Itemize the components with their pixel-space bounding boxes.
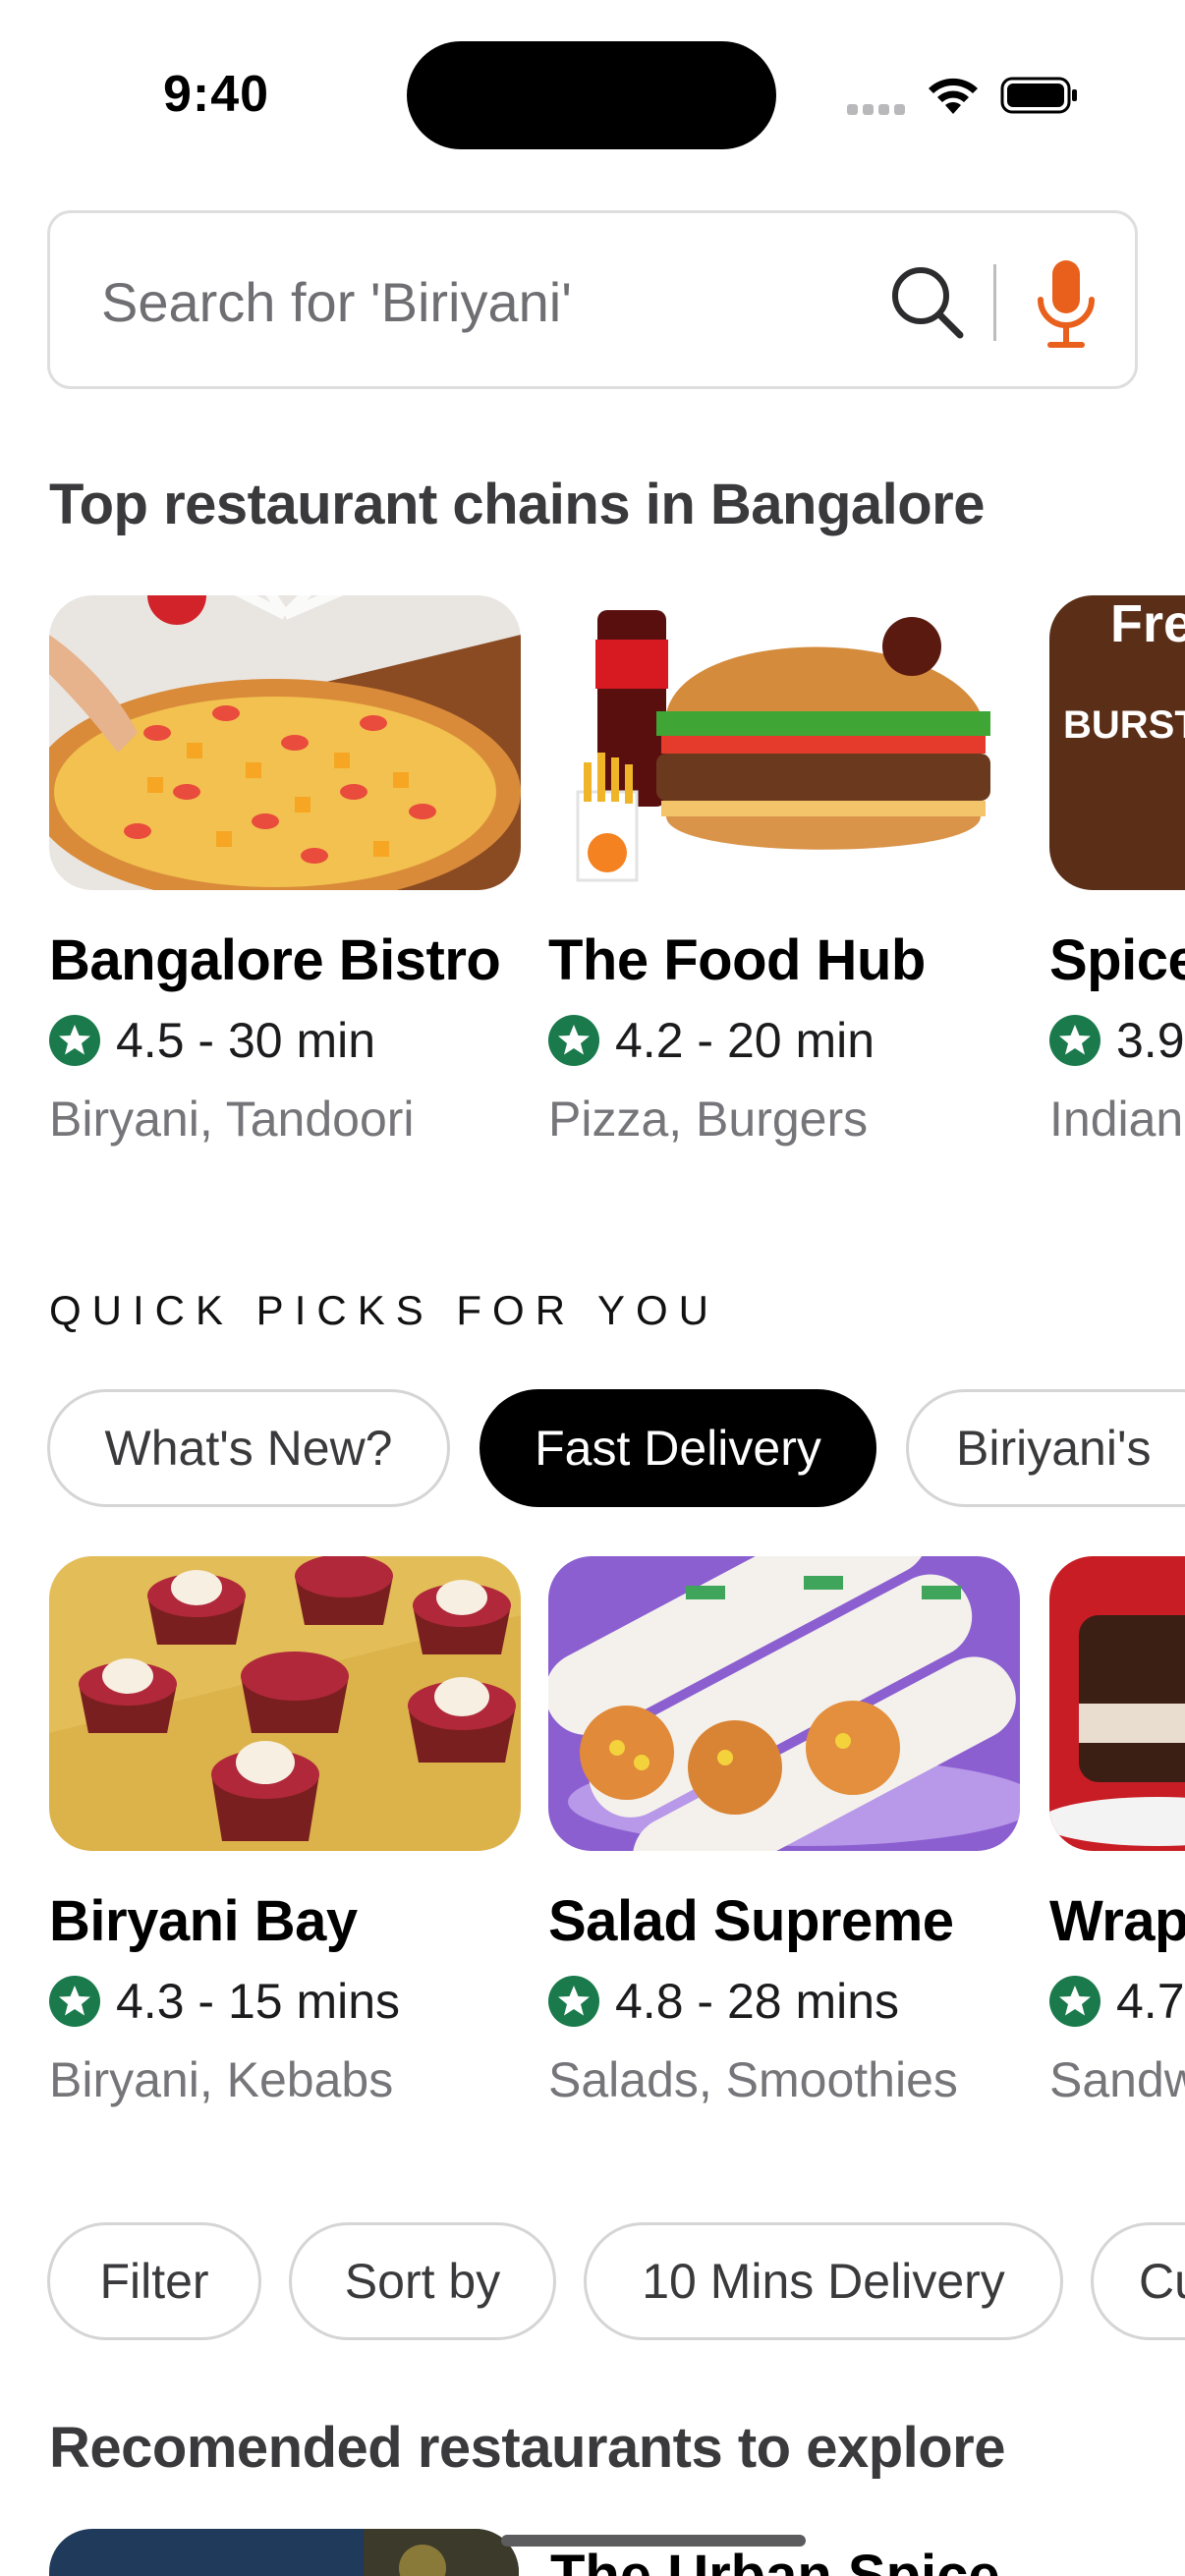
restaurant-image-chocolate-cake	[1049, 1556, 1185, 1851]
image-banner-text: Fre	[1110, 595, 1185, 653]
restaurant-cuisine: Biryani, Kebabs	[49, 2052, 394, 2107]
rating-text: 4.3 - 15 mins	[116, 1974, 401, 2029]
restaurant-name: The Food Hub	[548, 928, 926, 992]
restaurant-card[interactable]: Bangalore Bistro 4.5 - 30 min Biryani, T…	[49, 595, 521, 1147]
quick-picks-title: QUICK PICKS FOR YOU	[49, 1287, 719, 1333]
top-chains-carousel[interactable]: Bangalore Bistro 4.5 - 30 min Biryani, T…	[0, 595, 1185, 1165]
restaurant-image-wraps	[548, 1556, 1020, 1851]
restaurant-card[interactable]: Biryani Bay 4.3 - 15 mins Biryani, Kebab…	[49, 1556, 521, 2107]
star-icon	[49, 1015, 100, 1066]
restaurant-name: Salad Supreme	[548, 1889, 954, 1953]
star-icon	[1049, 1015, 1100, 1066]
rating-text: 3.9	[1116, 1013, 1185, 1068]
search-divider	[993, 264, 996, 341]
search-input[interactable]	[101, 262, 848, 341]
filter-button[interactable]: Filter	[47, 2222, 261, 2340]
restaurant-name: Biryani Bay	[49, 1889, 358, 1953]
restaurant-rating: 4.2 - 20 min	[548, 1012, 875, 1069]
star-icon	[49, 1976, 100, 2027]
search-icon[interactable]	[887, 262, 966, 341]
quick-picks-carousel[interactable]: Biryani Bay 4.3 - 15 mins Biryani, Kebab…	[0, 1556, 1185, 2126]
ten-mins-delivery-chip[interactable]: 10 Mins Delivery	[584, 2222, 1063, 2340]
recommended-restaurant-image[interactable]	[49, 2529, 519, 2576]
rating-text: 4.7	[1116, 1974, 1185, 2029]
microphone-icon[interactable]	[1033, 256, 1100, 351]
wifi-icon	[929, 78, 978, 114]
rating-text: 4.8 - 28 mins	[615, 1974, 900, 2029]
restaurant-image-cupcakes	[49, 1556, 521, 1851]
restaurant-card[interactable]: Wrap 4.7 Sandw	[1049, 1556, 1185, 2107]
rating-text: 4.5 - 30 min	[116, 1013, 376, 1068]
restaurant-cuisine: Indian	[1049, 1092, 1184, 1147]
restaurant-image-cheese-burst: Fre BURST	[1049, 595, 1185, 890]
star-icon	[548, 1976, 599, 2027]
restaurant-card[interactable]: Fre BURST Spice 3.9 Indian	[1049, 595, 1185, 1147]
restaurant-name: Bangalore Bistro	[49, 928, 501, 992]
recommended-title: Recomended restaurants to explore	[49, 2416, 1006, 2480]
sort-by-button[interactable]: Sort by	[289, 2222, 556, 2340]
status-time: 9:40	[163, 66, 270, 123]
star-icon	[1049, 1976, 1100, 2027]
image-banner-subtext: BURST	[1063, 703, 1185, 747]
chip-biriyanis[interactable]: Biriyani's	[906, 1389, 1185, 1507]
top-chains-title: Top restaurant chains in Bangalore	[49, 473, 986, 536]
filter-chips: Filter Sort by 10 Mins Delivery Cu	[0, 2222, 1185, 2344]
restaurant-image-pizza	[49, 595, 521, 890]
status-bar: 9:40	[0, 0, 1185, 187]
star-icon	[548, 1015, 599, 1066]
restaurant-card[interactable]: Salad Supreme 4.8 - 28 mins Salads, Smoo…	[548, 1556, 1020, 2107]
battery-icon	[1000, 77, 1077, 114]
restaurant-image-burger	[548, 595, 1020, 890]
search-bar[interactable]	[47, 210, 1138, 389]
chip-whats-new[interactable]: What's New?	[47, 1389, 450, 1507]
restaurant-rating: 4.8 - 28 mins	[548, 1973, 899, 2030]
quick-picks-chips: What's New? Fast Delivery Biriyani's	[0, 1389, 1185, 1511]
restaurant-cuisine: Salads, Smoothies	[548, 2052, 958, 2107]
rating-text: 4.2 - 20 min	[615, 1013, 875, 1068]
recommended-restaurant-name: The Urban Spice	[550, 2544, 1000, 2576]
restaurant-rating: 4.5 - 30 min	[49, 1012, 375, 1069]
restaurant-cuisine: Sandw	[1049, 2052, 1185, 2107]
dynamic-island	[407, 41, 776, 149]
restaurant-card[interactable]: The Food Hub 4.2 - 20 min Pizza, Burgers	[548, 595, 1020, 1147]
restaurant-cuisine: Pizza, Burgers	[548, 1092, 869, 1147]
cuisines-chip[interactable]: Cu	[1091, 2222, 1185, 2340]
restaurant-rating: 4.3 - 15 mins	[49, 1973, 400, 2030]
restaurant-name: Spice	[1049, 928, 1185, 992]
cellular-signal-icon	[847, 102, 910, 116]
chip-fast-delivery[interactable]: Fast Delivery	[480, 1389, 876, 1507]
restaurant-cuisine: Biryani, Tandoori	[49, 1092, 415, 1147]
restaurant-name: Wrap	[1049, 1889, 1185, 1953]
restaurant-rating: 3.9	[1049, 1012, 1185, 1069]
restaurant-rating: 4.7	[1049, 1973, 1185, 2030]
